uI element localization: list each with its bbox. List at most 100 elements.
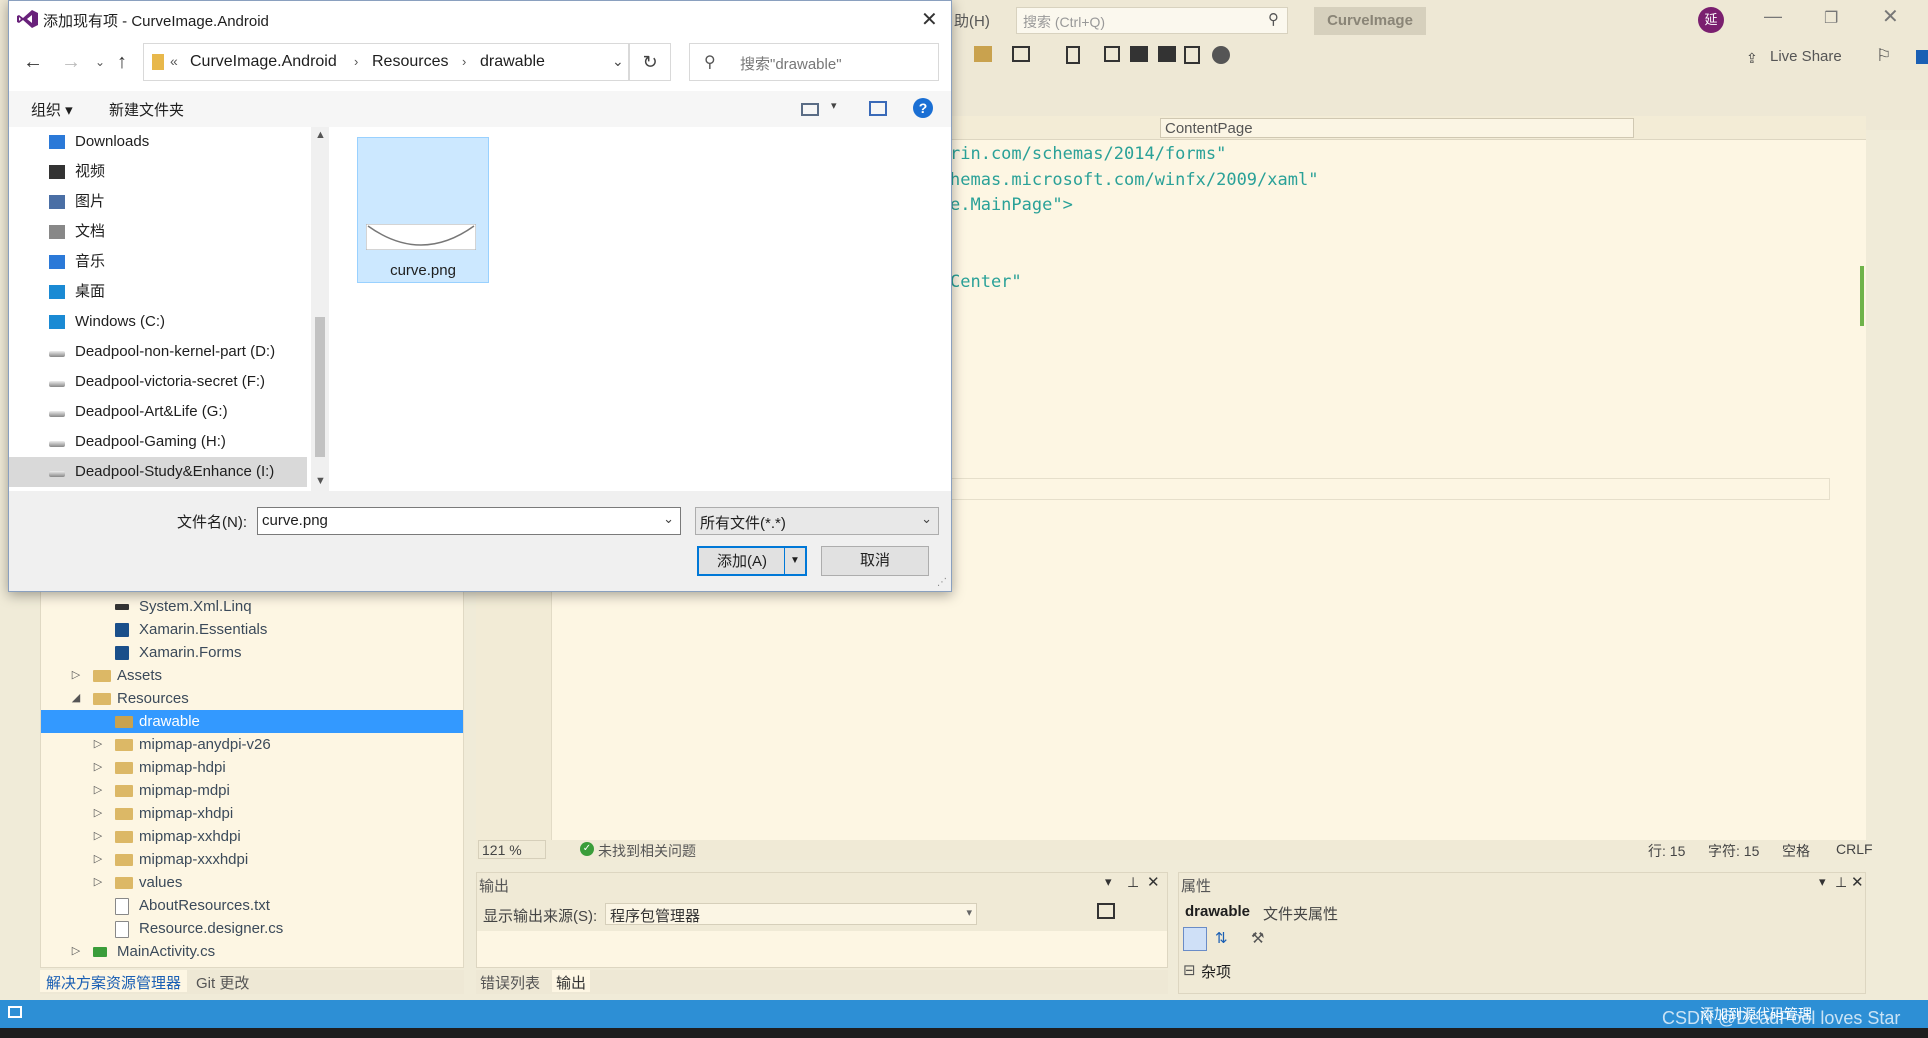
nav-item[interactable]: Deadpool-Gaming (H:) bbox=[9, 427, 307, 457]
chevron-down-icon[interactable]: ⌄ bbox=[663, 511, 674, 527]
organize-button[interactable]: 组织 ▾ bbox=[31, 99, 73, 120]
vs-search-box[interactable]: 搜索 (Ctrl+Q) ⚲ bbox=[1016, 7, 1288, 34]
expand-arrow-icon[interactable]: ▷ bbox=[93, 871, 103, 894]
categorized-icon[interactable] bbox=[1183, 927, 1207, 951]
nav-item[interactable]: Deadpool-non-kernel-part (D:) bbox=[9, 337, 307, 367]
device-icon[interactable] bbox=[1066, 46, 1080, 64]
layout-icon[interactable] bbox=[1184, 46, 1200, 64]
file-item[interactable]: curve.png bbox=[357, 137, 489, 283]
live-share-button[interactable]: Live Share bbox=[1770, 48, 1842, 65]
globe-icon[interactable] bbox=[1212, 46, 1230, 64]
tree-item[interactable]: Xamarin.Essentials bbox=[41, 618, 463, 641]
output-source-select[interactable]: 程序包管理器 ▾ bbox=[605, 903, 977, 925]
build-icon[interactable] bbox=[1130, 46, 1148, 62]
resize-grip-icon[interactable]: ⋰ bbox=[937, 577, 947, 588]
output-text-area[interactable] bbox=[477, 931, 1167, 967]
expand-arrow-icon[interactable]: ▷ bbox=[71, 940, 81, 963]
filename-input[interactable]: curve.png ⌄ bbox=[257, 507, 681, 535]
nav-item[interactable]: 文档 bbox=[9, 217, 307, 247]
expand-arrow-icon[interactable]: ▷ bbox=[93, 779, 103, 802]
category-collapse-icon[interactable]: ⊟ bbox=[1183, 961, 1196, 979]
notification-icon[interactable] bbox=[8, 1006, 22, 1018]
chevron-down-icon[interactable]: ⌄ bbox=[612, 53, 624, 70]
properties-object-select[interactable]: drawable 文件夹属性 bbox=[1183, 901, 1863, 923]
view-options-icon[interactable] bbox=[801, 103, 819, 116]
tab-solution-explorer[interactable]: 解决方案资源管理器 bbox=[40, 970, 188, 992]
breadcrumb-item[interactable]: CurveImage.Android bbox=[190, 53, 337, 71]
member-dropdown[interactable]: ContentPage bbox=[1160, 118, 1634, 138]
filetype-select[interactable]: 所有文件(*.*) ⌄ bbox=[695, 507, 939, 535]
tree-item[interactable]: ▷ MainActivity.cs bbox=[41, 940, 463, 963]
forward-arrow-icon[interactable]: → bbox=[61, 51, 81, 74]
add-button[interactable]: 添加(A) ▼ bbox=[697, 546, 807, 576]
nav-item[interactable]: 音乐 bbox=[9, 247, 307, 277]
close-properties-icon[interactable]: ✕ bbox=[1851, 873, 1864, 891]
view-icon[interactable] bbox=[1012, 46, 1030, 62]
minimize-icon[interactable]: — bbox=[1764, 6, 1782, 27]
nav-item[interactable]: Windows (C:) bbox=[9, 307, 307, 337]
close-icon[interactable]: ✕ bbox=[921, 7, 938, 32]
preview-pane-icon[interactable] bbox=[869, 101, 887, 116]
avatar[interactable]: 延 bbox=[1698, 7, 1724, 33]
terminal-icon[interactable] bbox=[1158, 46, 1176, 62]
collapse-arrow-icon[interactable]: ◢ bbox=[71, 687, 81, 710]
tree-item[interactable]: ▷ mipmap-mdpi bbox=[41, 779, 463, 802]
expand-arrow-icon[interactable]: ▷ bbox=[71, 664, 81, 687]
nav-item[interactable]: 图片 bbox=[9, 187, 307, 217]
breadcrumb-item[interactable]: drawable bbox=[480, 53, 545, 71]
up-arrow-icon[interactable]: ↑ bbox=[117, 51, 127, 74]
nav-scrollbar[interactable]: ▲ ▼ bbox=[311, 127, 329, 491]
expand-arrow-icon[interactable]: ▷ bbox=[93, 825, 103, 848]
new-folder-button[interactable]: 新建文件夹 bbox=[109, 99, 184, 120]
add-split-chevron-icon[interactable]: ▼ bbox=[784, 548, 805, 574]
nav-item[interactable]: Deadpool-Art&Life (G:) bbox=[9, 397, 307, 427]
restore-icon[interactable]: ❐ bbox=[1824, 8, 1838, 28]
nav-item[interactable]: Downloads bbox=[9, 127, 307, 157]
refresh-icon[interactable]: ↻ bbox=[629, 43, 671, 81]
scroll-thumb[interactable] bbox=[315, 317, 325, 457]
folder-search-input[interactable]: ⚲ 搜索"drawable" bbox=[689, 43, 939, 81]
close-icon[interactable]: ✕ bbox=[1882, 4, 1899, 29]
wrench-icon[interactable]: ⚒ bbox=[1251, 929, 1264, 947]
tab-error-list[interactable]: 错误列表 bbox=[480, 972, 540, 993]
view-dropdown-icon[interactable]: ▾ bbox=[831, 99, 837, 112]
panel-dropdown-icon[interactable]: ▾ bbox=[1105, 874, 1112, 890]
tree-item[interactable]: ▷ mipmap-anydpi-v26 bbox=[41, 733, 463, 756]
expand-arrow-icon[interactable]: ▷ bbox=[93, 733, 103, 756]
nav-item[interactable]: Deadpool-victoria-secret (F:) bbox=[9, 367, 307, 397]
panel-dropdown-icon[interactable]: ▾ bbox=[1819, 874, 1826, 890]
nav-item[interactable]: 桌面 bbox=[9, 277, 307, 307]
breadcrumb-item[interactable]: Resources bbox=[372, 53, 448, 71]
close-output-icon[interactable]: ✕ bbox=[1147, 873, 1160, 891]
back-arrow-icon[interactable]: ← bbox=[23, 51, 43, 74]
deploy-icon[interactable] bbox=[1104, 46, 1120, 62]
pin-icon[interactable]: ⊥ bbox=[1835, 874, 1847, 891]
menu-help[interactable]: 助(H) bbox=[954, 10, 990, 31]
help-icon[interactable]: ? bbox=[913, 98, 933, 118]
tree-item[interactable]: ▷ values bbox=[41, 871, 463, 894]
breadcrumb-overflow[interactable]: « bbox=[170, 53, 178, 69]
breadcrumb[interactable]: « CurveImage.Android › Resources › drawa… bbox=[143, 43, 629, 81]
scroll-up-icon[interactable]: ▲ bbox=[315, 129, 326, 141]
tree-item[interactable]: ▷ mipmap-xhdpi bbox=[41, 802, 463, 825]
tree-item[interactable]: ◢ Resources bbox=[41, 687, 463, 710]
tree-item[interactable]: ▷ mipmap-xxhdpi bbox=[41, 825, 463, 848]
clear-all-icon[interactable] bbox=[1097, 903, 1115, 919]
feedback-icon[interactable]: ⚐ bbox=[1876, 46, 1891, 66]
cancel-button[interactable]: 取消 bbox=[821, 546, 929, 576]
alphabetical-icon[interactable]: ⇅ bbox=[1215, 929, 1228, 947]
pin-icon[interactable]: ⊥ bbox=[1127, 874, 1139, 891]
recent-chevron-icon[interactable]: ⌄ bbox=[95, 55, 105, 69]
tree-item[interactable]: ▷ mipmap-xxxhdpi bbox=[41, 848, 463, 871]
scroll-down-icon[interactable]: ▼ bbox=[315, 475, 326, 487]
share-icon[interactable]: ⇪ bbox=[1746, 50, 1758, 67]
nav-item[interactable]: 视频 bbox=[9, 157, 307, 187]
tree-item[interactable]: AboutResources.txt bbox=[41, 894, 463, 917]
tab-git-changes[interactable]: Git 更改 bbox=[196, 972, 249, 993]
tree-item[interactable]: ▷ Assets bbox=[41, 664, 463, 687]
no-issues-text[interactable]: 未找到相关问题 bbox=[598, 841, 696, 861]
expand-arrow-icon[interactable]: ▷ bbox=[93, 848, 103, 871]
right-tool-tab[interactable] bbox=[1916, 50, 1928, 64]
folder-icon[interactable] bbox=[974, 46, 992, 62]
tree-item[interactable]: Resource.designer.cs bbox=[41, 917, 463, 940]
